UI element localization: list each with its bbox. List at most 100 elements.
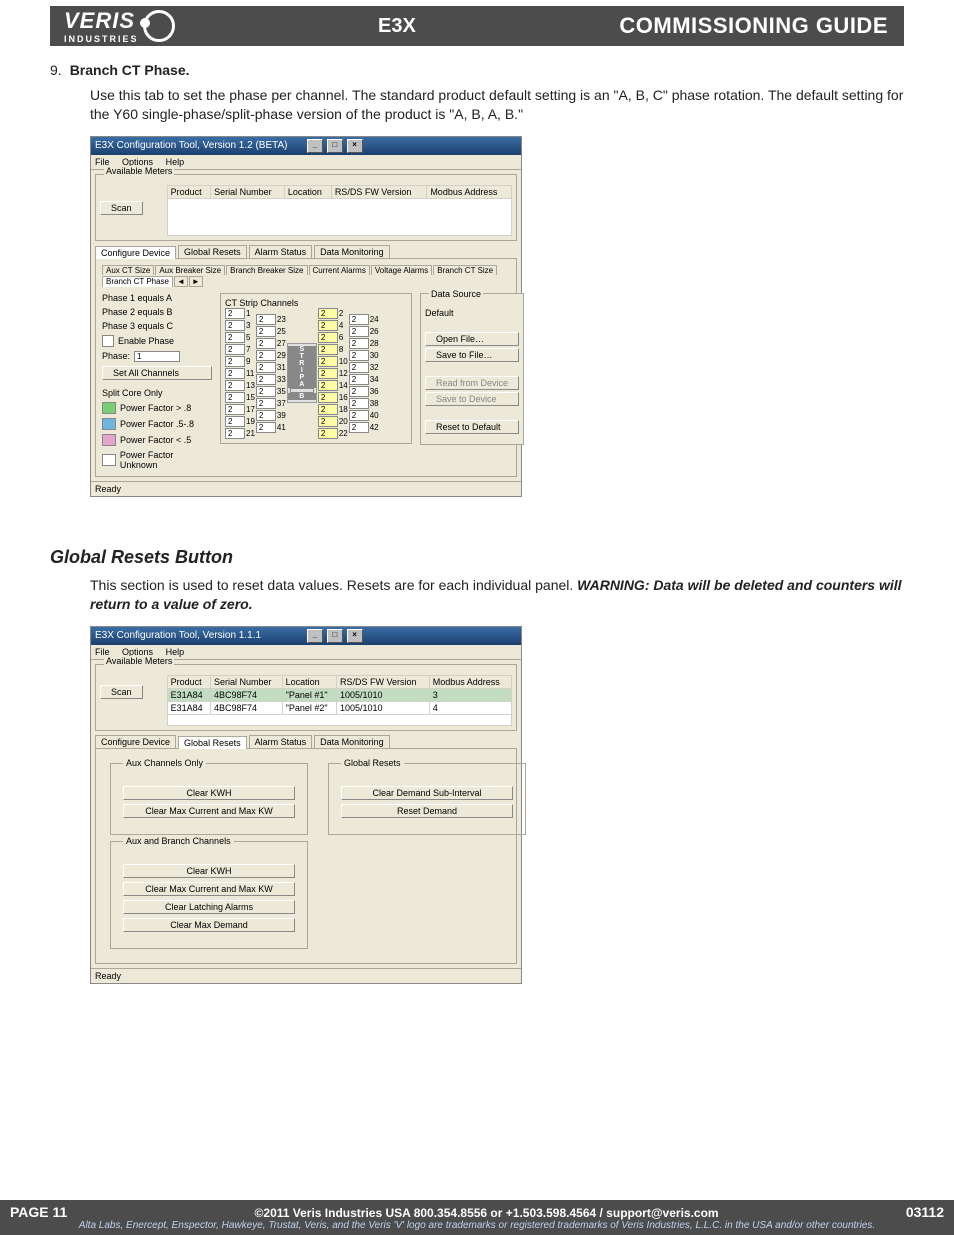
both-clear-latching-button[interactable]: Clear Latching Alarms (123, 900, 295, 914)
ct-channel-2[interactable]: 22 (318, 308, 348, 319)
subtab-voltage-alarms[interactable]: Voltage Alarms (371, 265, 432, 275)
ct-channel-26[interactable]: 226 (349, 326, 379, 337)
both-clear-max-demand-button[interactable]: Clear Max Demand (123, 918, 295, 932)
ct-channel-37[interactable]: 237 (256, 398, 286, 409)
ct-channel-1[interactable]: 21 (225, 308, 255, 319)
ct-channel-5[interactable]: 25 (225, 332, 255, 343)
close-icon[interactable]: × (347, 629, 363, 643)
tab-data-monitoring[interactable]: Data Monitoring (314, 245, 390, 258)
both-clear-max-button[interactable]: Clear Max Current and Max KW (123, 882, 295, 896)
col-fw[interactable]: RS/DS FW Version (336, 675, 429, 688)
ct-channel-35[interactable]: 235 (256, 386, 286, 397)
ct-channel-4[interactable]: 24 (318, 320, 348, 331)
ct-channel-41[interactable]: 241 (256, 422, 286, 433)
subtab-scroll-left-icon[interactable]: ◄ (174, 276, 188, 287)
open-file-button[interactable]: Open File… (425, 332, 519, 346)
clear-demand-sub-button[interactable]: Clear Demand Sub-Interval (341, 786, 513, 800)
ct-channel-13[interactable]: 213 (225, 380, 255, 391)
col-serial[interactable]: Serial Number (211, 675, 283, 688)
aux-clear-max-button[interactable]: Clear Max Current and Max KW (123, 804, 295, 818)
subtab-branch-ct-size[interactable]: Branch CT Size (433, 265, 497, 275)
ct-channel-18[interactable]: 218 (318, 404, 348, 415)
ct-channel-40[interactable]: 240 (349, 410, 379, 421)
col-location[interactable]: Location (282, 675, 336, 688)
section2-body-text: This section is used to reset data value… (90, 577, 577, 593)
col-serial[interactable]: Serial Number (211, 185, 285, 198)
col-product[interactable]: Product (167, 185, 210, 198)
maximize-icon[interactable]: □ (327, 139, 343, 153)
ct-channel-27[interactable]: 227 (256, 338, 286, 349)
ct-channel-25[interactable]: 225 (256, 326, 286, 337)
tab-global-resets[interactable]: Global Resets (178, 736, 247, 749)
tab-alarm-status[interactable]: Alarm Status (249, 245, 313, 258)
close-icon[interactable]: × (347, 139, 363, 153)
col-modbus[interactable]: Modbus Address (429, 675, 511, 688)
ct-channel-3[interactable]: 23 (225, 320, 255, 331)
ct-channel-12[interactable]: 212 (318, 368, 348, 379)
col-fw[interactable]: RS/DS FW Version (331, 185, 427, 198)
ct-channel-33[interactable]: 233 (256, 374, 286, 385)
ct-channel-42[interactable]: 242 (349, 422, 379, 433)
ct-channel-30[interactable]: 230 (349, 350, 379, 361)
table-row[interactable]: E31A844BC98F74"Panel #2"1005/10104 (167, 701, 511, 714)
both-clear-kwh-button[interactable]: Clear KWH (123, 864, 295, 878)
ct-channel-36[interactable]: 236 (349, 386, 379, 397)
ct-channel-17[interactable]: 217 (225, 404, 255, 415)
ct-channel-16[interactable]: 216 (318, 392, 348, 403)
subtab-branch-ct-phase[interactable]: Branch CT Phase (102, 276, 173, 287)
ct-strip-panel: CT Strip Channels 2123252729211213215217… (220, 293, 412, 444)
table-row[interactable]: E31A844BC98F74"Panel #1"1005/10103 (167, 688, 511, 701)
tab-alarm-status[interactable]: Alarm Status (249, 735, 313, 748)
ct-channel-15[interactable]: 215 (225, 392, 255, 403)
enable-phase-checkbox[interactable] (102, 335, 114, 347)
scan-button[interactable]: Scan (100, 201, 143, 215)
tab-configure[interactable]: Configure Device (95, 246, 176, 259)
ct-channel-39[interactable]: 239 (256, 410, 286, 421)
aux-clear-kwh-button[interactable]: Clear KWH (123, 786, 295, 800)
minimize-icon[interactable]: _ (307, 629, 323, 643)
tab-data-monitoring[interactable]: Data Monitoring (314, 735, 390, 748)
status-bar: Ready (91, 968, 521, 983)
ct-channel-6[interactable]: 26 (318, 332, 348, 343)
read-device-button[interactable]: Read from Device (425, 376, 519, 390)
tab-configure[interactable]: Configure Device (95, 735, 176, 748)
phase-label: Phase: (102, 351, 130, 361)
col-location[interactable]: Location (284, 185, 331, 198)
ct-channel-8[interactable]: 28 (318, 344, 348, 355)
save-file-button[interactable]: Save to File… (425, 348, 519, 362)
tab-global-resets[interactable]: Global Resets (178, 245, 247, 258)
reset-demand-button[interactable]: Reset Demand (341, 804, 513, 818)
ct-channel-31[interactable]: 231 (256, 362, 286, 373)
ct-channel-7[interactable]: 27 (225, 344, 255, 355)
phase-select[interactable]: 1 (134, 351, 180, 362)
ct-channel-34[interactable]: 234 (349, 374, 379, 385)
reset-default-button[interactable]: Reset to Default (425, 420, 519, 434)
subtab-branch-breaker[interactable]: Branch Breaker Size (226, 265, 307, 275)
ct-channel-11[interactable]: 211 (225, 368, 255, 379)
subtab-aux-breaker[interactable]: Aux Breaker Size (155, 265, 225, 275)
subtab-scroll-right-icon[interactable]: ► (189, 276, 203, 287)
subtab-current-alarms[interactable]: Current Alarms (309, 265, 370, 275)
ct-channel-19[interactable]: 219 (225, 416, 255, 427)
scan-button[interactable]: Scan (100, 685, 143, 699)
ct-channel-10[interactable]: 210 (318, 356, 348, 367)
set-all-channels-button[interactable]: Set All Channels (102, 366, 212, 380)
ct-channel-21[interactable]: 221 (225, 428, 255, 439)
ct-channel-22[interactable]: 222 (318, 428, 348, 439)
ct-channel-23[interactable]: 223 (256, 314, 286, 325)
ct-channel-28[interactable]: 228 (349, 338, 379, 349)
maximize-icon[interactable]: □ (327, 629, 343, 643)
ct-channel-20[interactable]: 220 (318, 416, 348, 427)
subtab-aux-ct[interactable]: Aux CT Size (102, 265, 154, 275)
ct-channel-32[interactable]: 232 (349, 362, 379, 373)
minimize-icon[interactable]: _ (307, 139, 323, 153)
ct-channel-29[interactable]: 229 (256, 350, 286, 361)
ct-channel-38[interactable]: 238 (349, 398, 379, 409)
ct-channel-24[interactable]: 224 (349, 314, 379, 325)
save-device-button[interactable]: Save to Device (425, 392, 519, 406)
brand-logo: VERIS INDUSTRIES (50, 8, 175, 44)
ct-channel-14[interactable]: 214 (318, 380, 348, 391)
ct-channel-9[interactable]: 29 (225, 356, 255, 367)
col-product[interactable]: Product (167, 675, 210, 688)
col-modbus[interactable]: Modbus Address (427, 185, 512, 198)
